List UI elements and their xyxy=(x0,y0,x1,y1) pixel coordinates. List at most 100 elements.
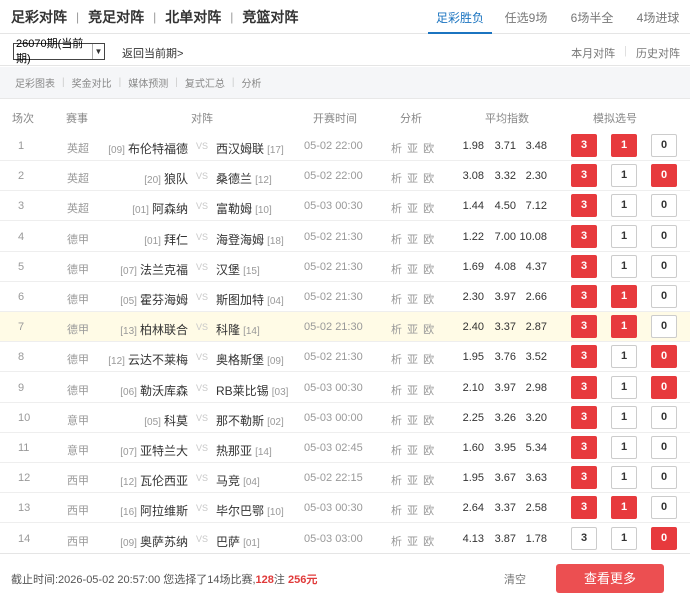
analysis-links[interactable]: 析 亚 欧 xyxy=(391,533,435,549)
home-team[interactable]: [13] 柏林联合 xyxy=(120,321,188,338)
pick-3-button[interactable]: 3 xyxy=(571,194,597,217)
tool-analysis[interactable]: 分析 xyxy=(241,75,261,90)
analysis-links[interactable]: 析 亚 欧 xyxy=(391,412,435,428)
pick-3-button[interactable]: 3 xyxy=(571,345,597,368)
home-team[interactable]: [07] 亚特兰大 xyxy=(120,442,188,459)
pick-1-button[interactable]: 1 xyxy=(611,496,637,519)
view-more-button[interactable]: 查看更多 xyxy=(556,564,664,593)
home-team[interactable]: [06] 勒沃库森 xyxy=(120,382,188,399)
pick-1-button[interactable]: 1 xyxy=(611,345,637,368)
home-team[interactable]: [07] 法兰克福 xyxy=(120,261,188,278)
pick-3-button[interactable]: 3 xyxy=(571,315,597,338)
pick-1-button[interactable]: 1 xyxy=(611,315,637,338)
analysis-links[interactable]: 析 亚 欧 xyxy=(391,351,435,367)
tool-multi-summary[interactable]: 复式汇总 xyxy=(185,75,225,90)
home-team[interactable]: [12] 瓦伦西亚 xyxy=(120,472,188,489)
pick-0-button[interactable]: 0 xyxy=(651,285,677,308)
away-team[interactable]: 斯图加特 [04] xyxy=(216,291,284,308)
tool-media-forecast[interactable]: 媒体预测 xyxy=(128,75,168,90)
pick-1-button[interactable]: 1 xyxy=(611,225,637,248)
pick-0-button[interactable]: 0 xyxy=(651,194,677,217)
away-team[interactable]: 热那亚 [14] xyxy=(216,442,272,459)
pick-1-button[interactable]: 1 xyxy=(611,194,637,217)
away-team[interactable]: 汉堡 [15] xyxy=(216,261,260,278)
tab-beidan-duizhen[interactable]: 北单对阵 xyxy=(165,7,221,27)
pick-3-button[interactable]: 3 xyxy=(571,496,597,519)
pick-1-button[interactable]: 1 xyxy=(611,285,637,308)
pick-0-button[interactable]: 0 xyxy=(651,315,677,338)
pick-0-button[interactable]: 0 xyxy=(651,345,677,368)
tab-zucai-duizhen[interactable]: 足彩对阵 xyxy=(11,7,67,27)
tab-jinglan-duizhen[interactable]: 竞篮对阵 xyxy=(242,7,298,27)
pick-3-button[interactable]: 3 xyxy=(571,225,597,248)
pick-0-button[interactable]: 0 xyxy=(651,376,677,399)
analysis-links[interactable]: 析 亚 欧 xyxy=(391,291,435,307)
pick-1-button[interactable]: 1 xyxy=(611,466,637,489)
analysis-links[interactable]: 析 亚 欧 xyxy=(391,261,435,277)
pick-1-button[interactable]: 1 xyxy=(611,164,637,187)
away-team[interactable]: RB莱比锡 [03] xyxy=(216,382,288,399)
away-team[interactable]: 西汉姆联 [17] xyxy=(216,140,284,157)
pick-1-button[interactable]: 1 xyxy=(611,134,637,157)
analysis-links[interactable]: 析 亚 欧 xyxy=(391,170,435,186)
analysis-links[interactable]: 析 亚 欧 xyxy=(391,200,435,216)
home-team[interactable]: [05] 霍芬海姆 xyxy=(120,291,188,308)
pick-0-button[interactable]: 0 xyxy=(651,134,677,157)
sub-tab-banquan[interactable]: 6场半全 xyxy=(560,0,624,34)
analysis-links[interactable]: 析 亚 欧 xyxy=(391,472,435,488)
pick-1-button[interactable]: 1 xyxy=(611,436,637,459)
tool-chart[interactable]: 足彩图表 xyxy=(15,75,55,90)
tab-jingzu-duizhen[interactable]: 竞足对阵 xyxy=(88,7,144,27)
pick-1-button[interactable]: 1 xyxy=(611,527,637,550)
analysis-links[interactable]: 析 亚 欧 xyxy=(391,231,435,247)
pick-3-button[interactable]: 3 xyxy=(571,466,597,489)
home-team[interactable]: [05] 科莫 xyxy=(144,412,188,429)
away-team[interactable]: 马竞 [04] xyxy=(216,472,260,489)
home-team[interactable]: [01] 阿森纳 xyxy=(132,200,188,217)
away-team[interactable]: 那不勒斯 [02] xyxy=(216,412,284,429)
away-team[interactable]: 巴萨 [01] xyxy=(216,533,260,550)
monthly-matches-link[interactable]: 本月对阵 xyxy=(571,45,615,61)
analysis-links[interactable]: 析 亚 欧 xyxy=(391,321,435,337)
home-team[interactable]: [09] 布伦特福德 xyxy=(108,140,188,157)
pick-3-button[interactable]: 3 xyxy=(571,376,597,399)
home-team[interactable]: [01] 拜仁 xyxy=(144,231,188,248)
analysis-links[interactable]: 析 亚 欧 xyxy=(391,382,435,398)
sub-tab-shengfu[interactable]: 足彩胜负 xyxy=(428,0,492,34)
pick-3-button[interactable]: 3 xyxy=(571,406,597,429)
pick-1-button[interactable]: 1 xyxy=(611,376,637,399)
pick-0-button[interactable]: 0 xyxy=(651,527,677,550)
sub-tab-renxuan9[interactable]: 任选9场 xyxy=(494,0,558,34)
pick-3-button[interactable]: 3 xyxy=(571,164,597,187)
home-team[interactable]: [09] 奥萨苏纳 xyxy=(120,533,188,550)
pick-3-button[interactable]: 3 xyxy=(571,285,597,308)
away-team[interactable]: 富勒姆 [10] xyxy=(216,200,272,217)
away-team[interactable]: 科隆 [14] xyxy=(216,321,260,338)
tool-prize-compare[interactable]: 奖金对比 xyxy=(72,75,112,90)
away-team[interactable]: 海登海姆 [18] xyxy=(216,231,284,248)
return-current-period-link[interactable]: 返回当前期> xyxy=(122,45,183,61)
pick-0-button[interactable]: 0 xyxy=(651,164,677,187)
sub-tab-jinqiu[interactable]: 4场进球 xyxy=(626,0,690,34)
pick-3-button[interactable]: 3 xyxy=(571,527,597,550)
pick-1-button[interactable]: 1 xyxy=(611,255,637,278)
away-team[interactable]: 奥格斯堡 [09] xyxy=(216,351,284,368)
pick-0-button[interactable]: 0 xyxy=(651,496,677,519)
pick-1-button[interactable]: 1 xyxy=(611,406,637,429)
home-team[interactable]: [12] 云达不莱梅 xyxy=(108,351,188,368)
pick-0-button[interactable]: 0 xyxy=(651,436,677,459)
pick-3-button[interactable]: 3 xyxy=(571,255,597,278)
pick-0-button[interactable]: 0 xyxy=(651,406,677,429)
pick-3-button[interactable]: 3 xyxy=(571,134,597,157)
pick-0-button[interactable]: 0 xyxy=(651,255,677,278)
away-team[interactable]: 桑德兰 [12] xyxy=(216,170,272,187)
analysis-links[interactable]: 析 亚 欧 xyxy=(391,442,435,458)
period-select[interactable]: 26070期(当前期) ▼ xyxy=(13,38,105,65)
home-team[interactable]: [20] 狼队 xyxy=(144,170,188,187)
home-team[interactable]: [16] 阿拉维斯 xyxy=(120,502,188,519)
analysis-links[interactable]: 析 亚 欧 xyxy=(391,140,435,156)
analysis-links[interactable]: 析 亚 欧 xyxy=(391,502,435,518)
clear-button[interactable]: 清空 xyxy=(504,571,526,587)
pick-3-button[interactable]: 3 xyxy=(571,436,597,459)
away-team[interactable]: 毕尔巴鄂 [10] xyxy=(216,502,284,519)
